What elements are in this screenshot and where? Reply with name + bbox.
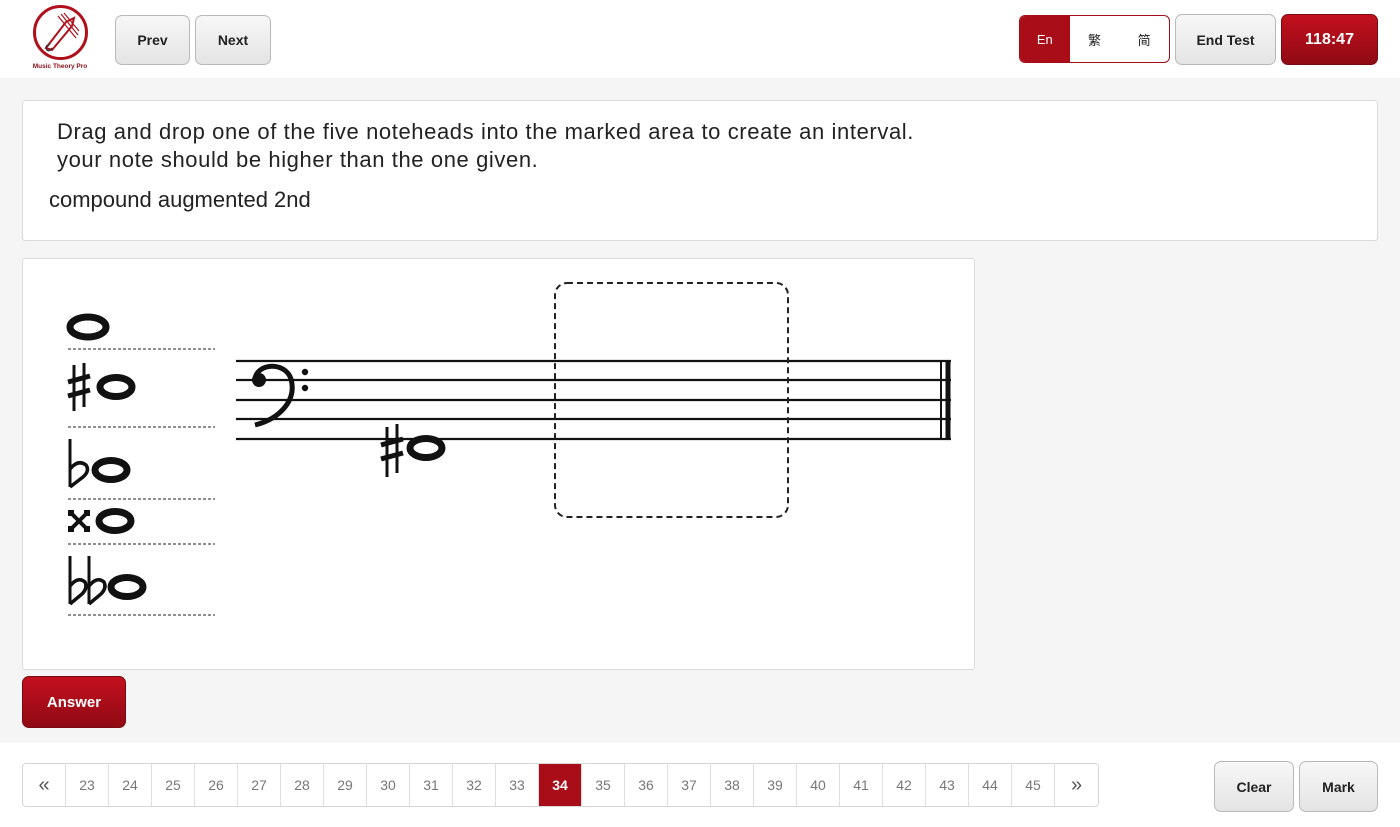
staff bbox=[236, 359, 951, 441]
page-37[interactable]: 37 bbox=[668, 764, 711, 806]
question-panel: Drag and drop one of the five noteheads … bbox=[22, 100, 1378, 241]
page-35[interactable]: 35 bbox=[582, 764, 625, 806]
page-24[interactable]: 24 bbox=[109, 764, 152, 806]
flat-icon bbox=[68, 439, 90, 489]
sharp-icon bbox=[380, 424, 404, 477]
page-next-button[interactable]: » bbox=[1055, 764, 1098, 806]
page-44[interactable]: 44 bbox=[969, 764, 1012, 806]
top-bar: Music Theory Pro Prev Next En 繁 简 End Te… bbox=[0, 0, 1400, 78]
page-39[interactable]: 39 bbox=[754, 764, 797, 806]
given-note bbox=[380, 424, 446, 477]
page-27[interactable]: 27 bbox=[238, 764, 281, 806]
palette-note-double-flat[interactable] bbox=[68, 556, 147, 606]
bottom-bar: « 23 24 25 26 27 28 29 30 31 32 33 34 35 36 37 38 39 40 41… bbox=[0, 743, 1400, 827]
page-31[interactable]: 31 bbox=[410, 764, 453, 806]
page-28[interactable]: 28 bbox=[281, 764, 324, 806]
language-simplified[interactable]: 简 bbox=[1119, 16, 1169, 62]
page-32[interactable]: 32 bbox=[453, 764, 496, 806]
language-switcher: En 繁 简 bbox=[1019, 15, 1170, 63]
page-42[interactable]: 42 bbox=[883, 764, 926, 806]
page-38[interactable]: 38 bbox=[711, 764, 754, 806]
logo-text: Music Theory Pro bbox=[32, 63, 88, 70]
page-26[interactable]: 26 bbox=[195, 764, 238, 806]
page-25[interactable]: 25 bbox=[152, 764, 195, 806]
page-41[interactable]: 41 bbox=[840, 764, 883, 806]
page-36[interactable]: 36 bbox=[625, 764, 668, 806]
clear-button[interactable]: Clear bbox=[1214, 761, 1294, 812]
instruction-line-1: Drag and drop one of the five noteheads … bbox=[57, 119, 914, 144]
mark-button[interactable]: Mark bbox=[1299, 761, 1378, 812]
page-30[interactable]: 30 bbox=[367, 764, 410, 806]
page-43[interactable]: 43 bbox=[926, 764, 969, 806]
page-40[interactable]: 40 bbox=[797, 764, 840, 806]
double-flat-icon bbox=[68, 556, 107, 606]
page-45[interactable]: 45 bbox=[1012, 764, 1055, 806]
page-23[interactable]: 23 bbox=[66, 764, 109, 806]
bass-clef-icon bbox=[252, 363, 309, 428]
page-33[interactable]: 33 bbox=[496, 764, 539, 806]
palette-note-natural[interactable] bbox=[66, 313, 110, 341]
music-canvas bbox=[66, 282, 951, 616]
app-logo: Music Theory Pro bbox=[30, 5, 90, 73]
answer-button[interactable]: Answer bbox=[22, 676, 126, 728]
instruction-line-2: your note should be higher than the one … bbox=[57, 147, 539, 172]
timer: 118:47 bbox=[1281, 14, 1378, 65]
palette-note-double-sharp[interactable] bbox=[68, 508, 135, 534]
language-en[interactable]: En bbox=[1020, 16, 1070, 62]
logo-circle-icon bbox=[33, 5, 88, 60]
page-29[interactable]: 29 bbox=[324, 764, 367, 806]
palette-note-flat[interactable] bbox=[68, 439, 131, 489]
interval-prompt: compound augmented 2nd bbox=[49, 187, 311, 212]
next-button[interactable]: Next bbox=[195, 15, 271, 65]
exercise-panel bbox=[22, 258, 975, 670]
sharp-icon bbox=[67, 363, 91, 411]
double-sharp-icon bbox=[68, 510, 90, 532]
language-traditional[interactable]: 繁 bbox=[1070, 16, 1120, 62]
prev-button[interactable]: Prev bbox=[115, 15, 190, 65]
pagination: « 23 24 25 26 27 28 29 30 31 32 33 34 35 36 37 38 39 40 41… bbox=[22, 763, 1099, 807]
page-34[interactable]: 34 bbox=[539, 764, 582, 806]
page-prev-button[interactable]: « bbox=[23, 764, 66, 806]
end-test-button[interactable]: End Test bbox=[1175, 14, 1276, 65]
palette-note-sharp[interactable] bbox=[67, 363, 136, 411]
pen-icon bbox=[44, 12, 80, 52]
